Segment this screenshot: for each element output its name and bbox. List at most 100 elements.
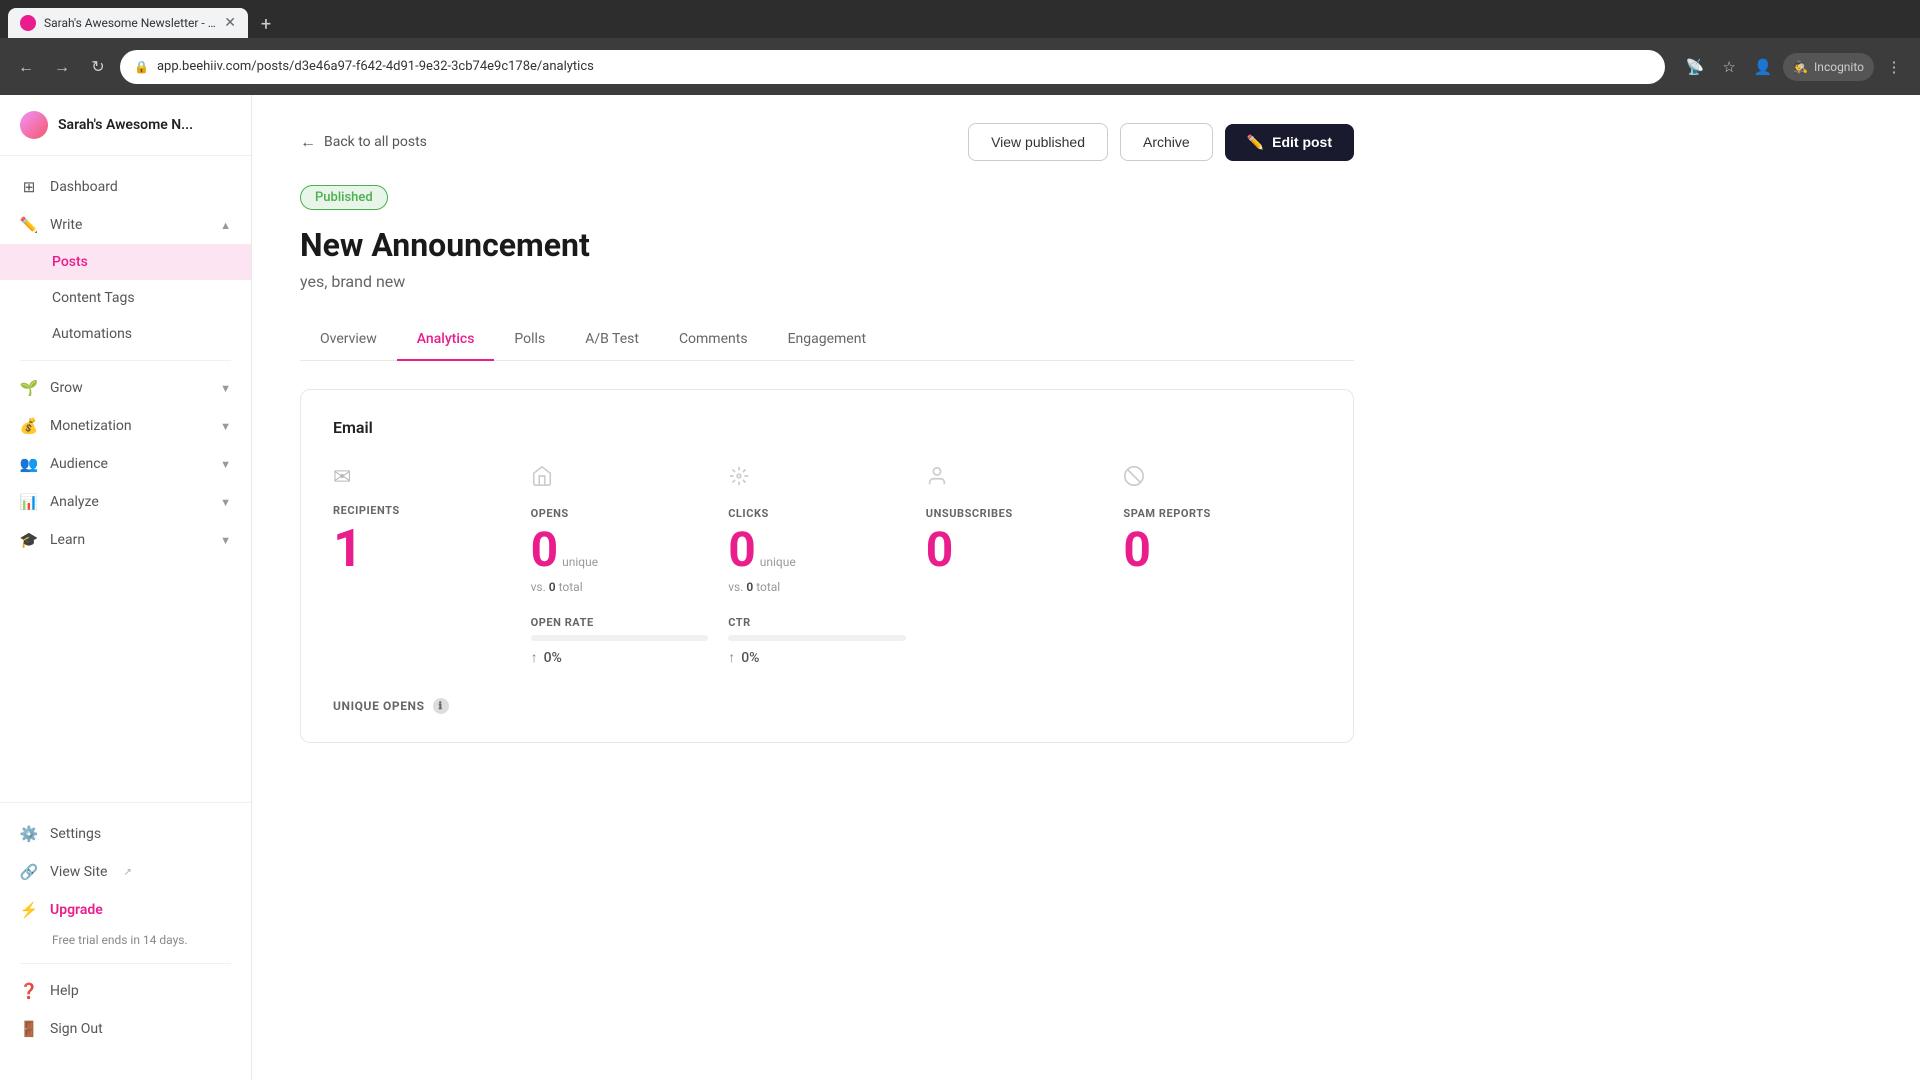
spam-icon bbox=[1123, 465, 1301, 493]
tab-overview[interactable]: Overview bbox=[300, 319, 397, 361]
sign-out-icon: 🚪 bbox=[20, 1020, 38, 1038]
tab-close-icon[interactable]: ✕ bbox=[224, 15, 236, 31]
browser-toolbar: ← → ↻ 🔒 app.beehiiv.com/posts/d3e46a97-f… bbox=[0, 38, 1920, 95]
profile-icon[interactable]: 👤 bbox=[1749, 53, 1777, 81]
forward-nav-button[interactable]: → bbox=[48, 53, 76, 81]
recipients-label: RECIPIENTS bbox=[333, 504, 511, 517]
sidebar-item-automations[interactable]: Automations bbox=[0, 316, 251, 352]
upgrade-label: Upgrade bbox=[50, 902, 103, 918]
clicks-icon bbox=[728, 465, 906, 493]
link-icon: 🔗 bbox=[20, 863, 38, 881]
arrow-up-icon: ↑ bbox=[531, 649, 538, 666]
browser-tabs: Sarah's Awesome Newsletter - b... ✕ + bbox=[0, 0, 1920, 38]
tab-ab-test[interactable]: A/B Test bbox=[565, 319, 659, 361]
dashboard-icon: ⊞ bbox=[20, 178, 38, 196]
sidebar-item-write[interactable]: ✏️ Write ▲ bbox=[0, 206, 251, 244]
sidebar-item-grow[interactable]: 🌱 Grow ▼ bbox=[0, 369, 251, 407]
clicks-value: 0 bbox=[728, 526, 756, 574]
incognito-button[interactable]: 🕵️ Incognito bbox=[1783, 53, 1874, 81]
back-arrow-icon: ← bbox=[300, 132, 316, 152]
tab-comments[interactable]: Comments bbox=[659, 319, 768, 361]
sidebar-item-label: Automations bbox=[52, 326, 132, 342]
tab-engagement[interactable]: Engagement bbox=[768, 319, 886, 361]
bookmark-icon[interactable]: ☆ bbox=[1715, 53, 1743, 81]
edit-icon: ✏️ bbox=[1247, 134, 1264, 151]
opens-value: 0 bbox=[531, 526, 559, 574]
ctr-section: CTR ↑ 0% bbox=[728, 616, 906, 666]
active-tab[interactable]: Sarah's Awesome Newsletter - b... ✕ bbox=[8, 8, 248, 38]
sidebar-item-help[interactable]: ❓ Help bbox=[0, 972, 251, 1010]
metric-unsubscribes: UNSUBSCRIBES 0 bbox=[926, 465, 1124, 574]
metric-recipients: ✉ RECIPIENTS 1 bbox=[333, 465, 531, 575]
chevron-down-icon: ▼ bbox=[220, 534, 231, 547]
unsubscribes-icon bbox=[926, 465, 1104, 493]
open-rate-section: OPEN RATE ↑ 0% bbox=[531, 616, 709, 666]
sign-out-label: Sign Out bbox=[50, 1021, 103, 1037]
info-icon[interactable]: ℹ bbox=[433, 698, 449, 714]
sidebar: Sarah's Awesome N... ⊞ Dashboard ✏️ Writ… bbox=[0, 95, 252, 1080]
tab-title: Sarah's Awesome Newsletter - b... bbox=[44, 16, 216, 30]
tab-analytics[interactable]: Analytics bbox=[397, 319, 495, 361]
edit-post-label: Edit post bbox=[1272, 134, 1332, 150]
archive-button[interactable]: Archive bbox=[1120, 123, 1213, 161]
recipients-value: 1 bbox=[333, 523, 511, 575]
unique-opens-label: UNIQUE OPENS bbox=[333, 699, 425, 713]
opens-icon bbox=[531, 465, 709, 493]
metric-spam-reports: SPAM REPORTS 0 bbox=[1123, 465, 1321, 574]
sidebar-item-label: Audience bbox=[50, 456, 108, 472]
tab-polls[interactable]: Polls bbox=[494, 319, 565, 361]
sidebar-item-label: Write bbox=[50, 217, 82, 233]
sidebar-item-view-site[interactable]: 🔗 View Site ↗ bbox=[0, 853, 251, 891]
chevron-down-icon: ▼ bbox=[220, 496, 231, 509]
monetization-icon: 💰 bbox=[20, 417, 38, 435]
brand-name: Sarah's Awesome N... bbox=[58, 117, 193, 133]
chevron-down-icon: ▼ bbox=[220, 458, 231, 471]
lock-icon: 🔒 bbox=[134, 60, 149, 74]
spam-reports-label: SPAM REPORTS bbox=[1123, 507, 1301, 520]
tab-favicon bbox=[20, 15, 36, 31]
post-subtitle: yes, brand new bbox=[300, 272, 1354, 291]
edit-post-button[interactable]: ✏️ Edit post bbox=[1225, 124, 1354, 161]
sidebar-item-label: Learn bbox=[50, 532, 85, 548]
clicks-label: CLICKS bbox=[728, 507, 906, 520]
email-section-label: Email bbox=[333, 418, 1321, 437]
sidebar-item-label: Analyze bbox=[50, 494, 99, 510]
sidebar-item-posts[interactable]: Posts bbox=[0, 244, 251, 280]
ctr-bar bbox=[728, 635, 906, 641]
open-rate-bar bbox=[531, 635, 709, 641]
sidebar-item-monetization[interactable]: 💰 Monetization ▼ bbox=[0, 407, 251, 445]
back-nav-button[interactable]: ← bbox=[12, 53, 40, 81]
new-tab-button[interactable]: + bbox=[252, 10, 280, 38]
back-label: Back to all posts bbox=[324, 134, 427, 150]
view-published-button[interactable]: View published bbox=[968, 123, 1108, 161]
back-to-posts-link[interactable]: ← Back to all posts bbox=[300, 132, 427, 152]
top-nav: ← Back to all posts View published Archi… bbox=[300, 123, 1354, 161]
total-label: total bbox=[756, 580, 780, 594]
incognito-label: Incognito bbox=[1814, 60, 1864, 74]
sidebar-item-dashboard[interactable]: ⊞ Dashboard bbox=[0, 168, 251, 206]
app-layout: Sarah's Awesome N... ⊞ Dashboard ✏️ Writ… bbox=[0, 95, 1920, 1080]
incognito-icon: 🕵️ bbox=[1793, 60, 1808, 74]
settings-icon: ⚙️ bbox=[20, 825, 38, 843]
address-bar[interactable]: 🔒 app.beehiiv.com/posts/d3e46a97-f642-4d… bbox=[120, 50, 1665, 84]
reload-button[interactable]: ↻ bbox=[84, 53, 112, 81]
top-actions: View published Archive ✏️ Edit post bbox=[968, 123, 1354, 161]
sidebar-item-analyze[interactable]: 📊 Analyze ▼ bbox=[0, 483, 251, 521]
post-title: New Announcement bbox=[300, 226, 1354, 264]
menu-icon[interactable]: ⋮ bbox=[1880, 53, 1908, 81]
cast-icon[interactable]: 📡 bbox=[1681, 53, 1709, 81]
sidebar-item-sign-out[interactable]: 🚪 Sign Out bbox=[0, 1010, 251, 1048]
sidebar-bottom: ⚙️ Settings 🔗 View Site ↗ ⚡ Upgrade Free… bbox=[0, 802, 251, 1060]
sidebar-item-content-tags[interactable]: Content Tags bbox=[0, 280, 251, 316]
learn-icon: 🎓 bbox=[20, 531, 38, 549]
main-content: ← Back to all posts View published Archi… bbox=[252, 95, 1920, 1080]
sidebar-item-label: Posts bbox=[52, 254, 88, 270]
url-text: app.beehiiv.com/posts/d3e46a97-f642-4d91… bbox=[157, 59, 1651, 74]
sidebar-item-upgrade[interactable]: ⚡ Upgrade bbox=[0, 891, 251, 929]
help-icon: ❓ bbox=[20, 982, 38, 1000]
sidebar-item-audience[interactable]: 👥 Audience ▼ bbox=[0, 445, 251, 483]
sidebar-item-settings[interactable]: ⚙️ Settings bbox=[0, 815, 251, 853]
clicks-total-value: 0 bbox=[746, 580, 753, 594]
opens-label: OPENS bbox=[531, 507, 709, 520]
sidebar-item-learn[interactable]: 🎓 Learn ▼ bbox=[0, 521, 251, 559]
